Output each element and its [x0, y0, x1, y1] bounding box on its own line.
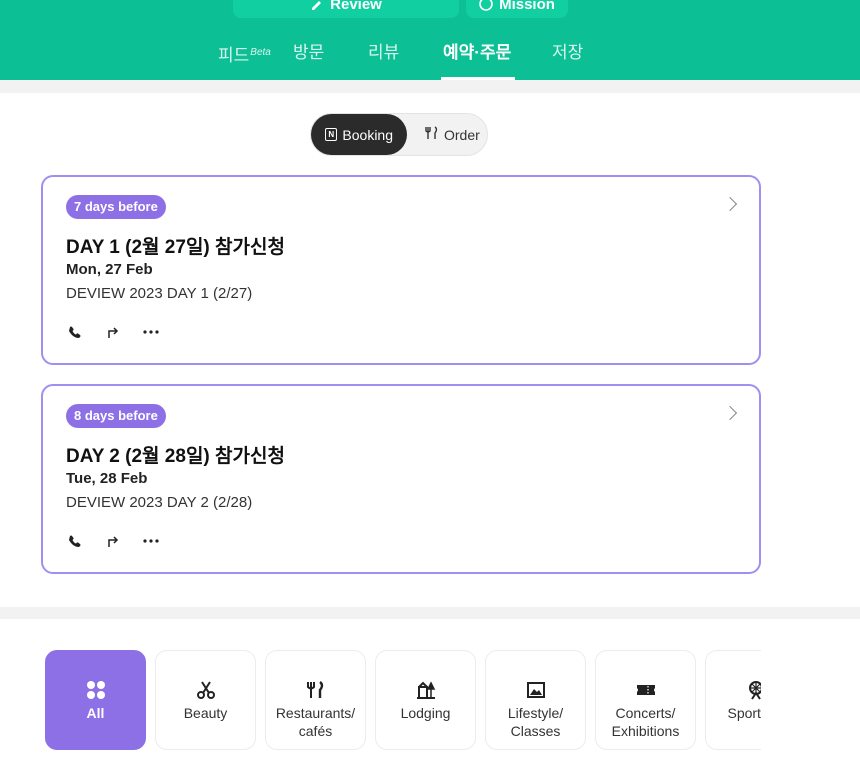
- lodging-icon: [415, 679, 437, 701]
- main-tabs: 피드Beta 방문 리뷰 예약·주문 저장: [0, 42, 860, 80]
- phone-icon[interactable]: [66, 323, 84, 341]
- beta-tag: Beta: [250, 47, 271, 58]
- booking-actions: [66, 323, 160, 341]
- scissors-icon: [195, 679, 217, 701]
- booking-date: Mon, 27 Feb: [66, 261, 153, 278]
- more-options-icon[interactable]: [142, 323, 160, 341]
- mission-button[interactable]: Mission: [466, 0, 568, 18]
- four-dots-icon: [85, 679, 107, 701]
- booking-actions: [66, 532, 160, 550]
- pencil-icon: [310, 0, 324, 11]
- bookings-panel: N Booking Order 7 days before DAY 1 (2월 …: [0, 93, 860, 607]
- tab-bookings-orders[interactable]: 예약·주문: [440, 42, 516, 80]
- booking-title: DAY 1 (2월 27일) 참가신청: [66, 237, 285, 258]
- tab-saved[interactable]: 저장: [552, 42, 583, 80]
- fork-knife-icon: [425, 126, 439, 143]
- category-beauty[interactable]: Beauty: [155, 650, 256, 750]
- booking-order-toggle: N Booking Order: [310, 113, 488, 156]
- category-concerts-exhibitions[interactable]: Concerts/ Exhibitions: [595, 650, 696, 750]
- days-before-badge: 7 days before: [66, 195, 166, 219]
- category-sports-leisure[interactable]: Sports/ L: [705, 650, 761, 750]
- order-toggle-button[interactable]: Order: [411, 114, 494, 155]
- tab-visits[interactable]: 방문: [293, 42, 324, 80]
- directions-icon[interactable]: [104, 323, 122, 341]
- category-lifestyle-classes[interactable]: Lifestyle/ Classes: [485, 650, 586, 750]
- naver-booking-icon: N: [325, 128, 338, 141]
- booking-date: Tue, 28 Feb: [66, 470, 148, 487]
- chevron-right-icon[interactable]: [722, 405, 738, 421]
- tab-feed[interactable]: 피드Beta: [218, 42, 271, 80]
- review-label: Review: [330, 0, 382, 13]
- booking-card[interactable]: 7 days before DAY 1 (2월 27일) 참가신청 Mon, 2…: [41, 175, 761, 365]
- picture-frame-icon: [525, 679, 547, 701]
- mission-label: Mission: [499, 0, 555, 13]
- category-section: All Beauty Restaurants/ cafés Lodging Li…: [0, 619, 860, 781]
- booking-toggle-button[interactable]: N Booking: [311, 114, 407, 155]
- category-lodging[interactable]: Lodging: [375, 650, 476, 750]
- booking-card[interactable]: 8 days before DAY 2 (2월 28일) 참가신청 Tue, 2…: [41, 384, 761, 574]
- category-scroller[interactable]: All Beauty Restaurants/ cafés Lodging Li…: [45, 649, 761, 751]
- phone-icon[interactable]: [66, 532, 84, 550]
- more-options-icon[interactable]: [142, 532, 160, 550]
- ferris-wheel-icon: [745, 679, 761, 701]
- ticket-icon: [635, 679, 657, 701]
- booking-description: DEVIEW 2023 DAY 2 (2/28): [66, 494, 253, 511]
- days-before-badge: 8 days before: [66, 404, 166, 428]
- category-all[interactable]: All: [45, 650, 146, 750]
- chevron-right-icon[interactable]: [722, 196, 738, 212]
- tab-reviews[interactable]: 리뷰: [368, 42, 399, 80]
- fork-knife-icon: [305, 679, 327, 701]
- top-header: Review Mission 피드Beta 방문 리뷰 예약·주문 저장: [0, 0, 860, 80]
- category-restaurants-cafes[interactable]: Restaurants/ cafés: [265, 650, 366, 750]
- check-circle-icon: [479, 0, 493, 11]
- review-button[interactable]: Review: [233, 0, 459, 18]
- booking-title: DAY 2 (2월 28일) 참가신청: [66, 446, 285, 467]
- directions-icon[interactable]: [104, 532, 122, 550]
- booking-description: DEVIEW 2023 DAY 1 (2/27): [66, 285, 253, 302]
